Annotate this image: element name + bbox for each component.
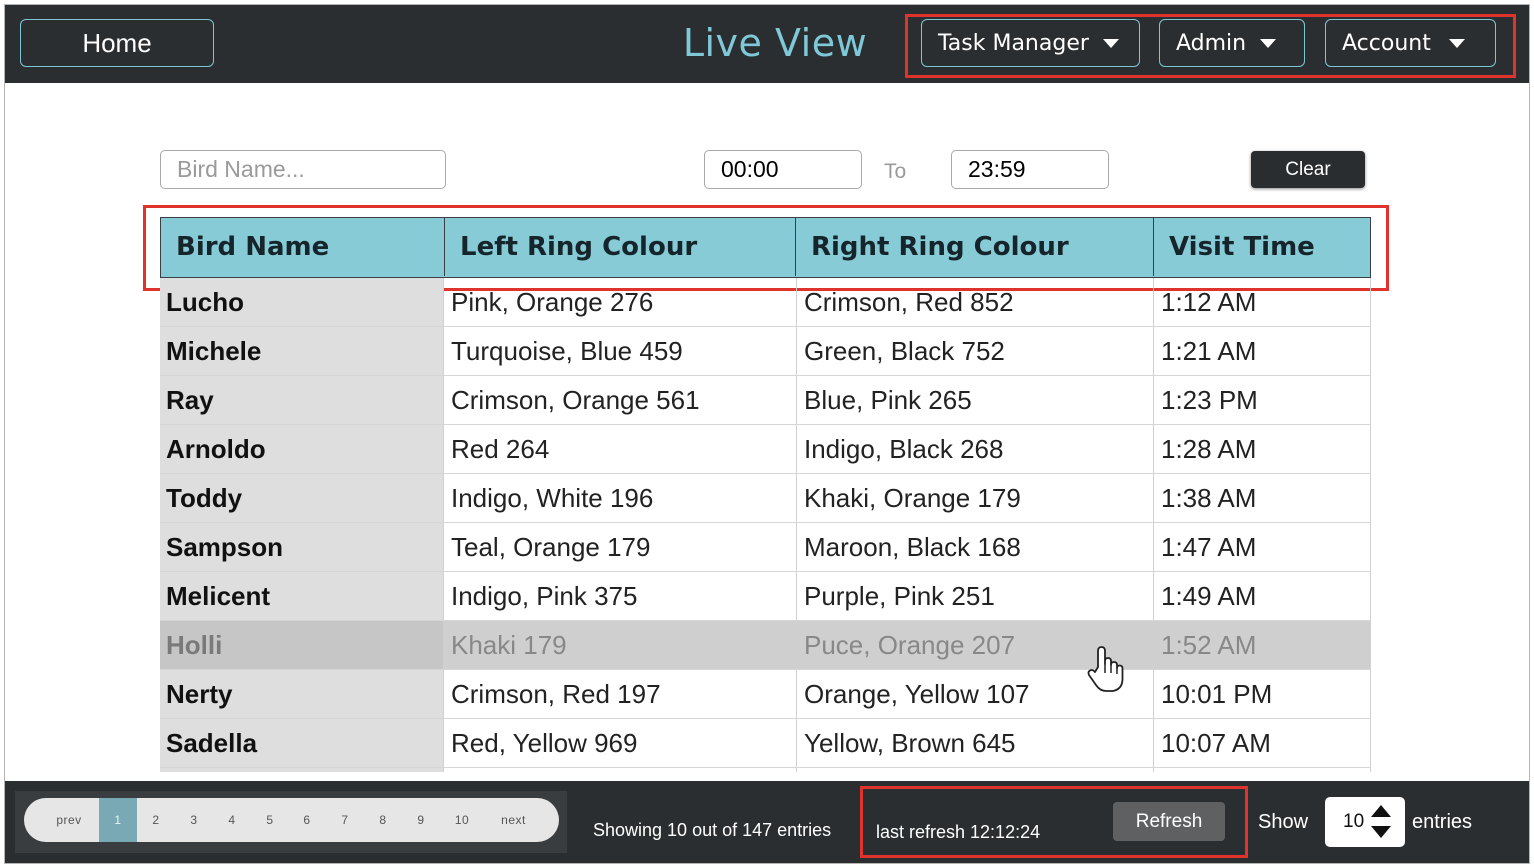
- top-bar: Home Live View Task Manager Admin Accoun…: [5, 5, 1529, 83]
- table-row[interactable]: Lucho Pink, Orange 276 Crimson, Red 852 1:1…: [160, 278, 1371, 327]
- page-title: Live View: [682, 21, 868, 65]
- bird-name-search-input[interactable]: Bird Name...: [160, 150, 446, 189]
- pagination-page[interactable]: 4: [213, 798, 251, 842]
- arrow-down-icon[interactable]: [1371, 826, 1391, 838]
- cell-right: Indigo, Black 268: [797, 425, 1154, 473]
- pagination: prev 1 2 3 4 5 6 7 8 9 10 next: [24, 798, 559, 842]
- cell-time: 1:47 AM: [1154, 523, 1371, 571]
- cell-name: Sampson: [160, 523, 444, 571]
- cell-name: Ray: [160, 376, 444, 424]
- account-menu[interactable]: Account: [1325, 19, 1496, 67]
- showing-entries-text: Showing 10 out of 147 entries: [593, 820, 832, 840]
- show-label: Show: [1258, 811, 1309, 833]
- cell-time: 1:12 AM: [1154, 278, 1371, 326]
- cell-left: Red, Yellow 969: [444, 719, 797, 767]
- table-row-partial: [160, 768, 1371, 772]
- cell-right: Crimson, Red 852: [797, 278, 1154, 326]
- hand-pointer-icon: [1087, 646, 1124, 692]
- pagination-page[interactable]: 6: [288, 798, 326, 842]
- cell-name: Arnoldo: [160, 425, 444, 473]
- cell-right: Maroon, Black 168: [797, 523, 1154, 571]
- cell-name: Melicent: [160, 572, 444, 620]
- cell-left: Indigo, White 196: [444, 474, 797, 522]
- pagination-page[interactable]: 10: [439, 798, 485, 842]
- table-row[interactable]: Melicent Indigo, Pink 375 Purple, Pink 251…: [160, 572, 1371, 621]
- pagination-page[interactable]: 7: [326, 798, 364, 842]
- chevron-down-icon: [1448, 38, 1465, 48]
- admin-label: Admin: [1176, 30, 1247, 56]
- table-row[interactable]: Nerty Crimson, Red 197 Orange, Yellow 107 1…: [160, 670, 1371, 719]
- cell-left: Crimson, Orange 561: [444, 376, 797, 424]
- cell-left: Crimson, Red 197: [444, 670, 797, 718]
- pagination-page[interactable]: 1: [99, 798, 137, 842]
- cell-left: Pink, Orange 276: [444, 278, 797, 326]
- cell-time: 1:23 PM: [1154, 376, 1371, 424]
- cell-left: Red 264: [444, 425, 797, 473]
- cell-right: Khaki, Orange 179: [797, 474, 1154, 522]
- cell-right: Yellow, Brown 645: [797, 719, 1154, 767]
- cell-left: [444, 768, 797, 772]
- chevron-down-icon: [1260, 38, 1277, 48]
- task-manager-label: Task Manager: [938, 30, 1089, 56]
- cell-name: Michele: [160, 327, 444, 375]
- table-row[interactable]: Arnoldo Red 264 Indigo, Black 268 1:28 AM: [160, 425, 1371, 474]
- time-from-input[interactable]: 00:00: [704, 150, 862, 189]
- table-header: Bird Name Left Ring Colour Right Ring Co…: [160, 217, 1371, 278]
- cell-left: Teal, Orange 179: [444, 523, 797, 571]
- cell-name: Holli: [160, 621, 444, 669]
- cell-time: 10:01 PM: [1154, 670, 1371, 718]
- cell-name: [160, 768, 444, 772]
- cell-left: Indigo, Pink 375: [444, 572, 797, 620]
- column-header-visit-time[interactable]: Visit Time: [1154, 218, 1369, 276]
- column-header-bird-name[interactable]: Bird Name: [161, 218, 445, 276]
- cell-left: Turquoise, Blue 459: [444, 327, 797, 375]
- pagination-page[interactable]: 3: [175, 798, 213, 842]
- column-header-right-ring[interactable]: Right Ring Colour: [796, 218, 1154, 276]
- table-row[interactable]: Sadella Red, Yellow 969 Yellow, Brown 645 1…: [160, 719, 1371, 768]
- cell-right: [797, 768, 1154, 772]
- home-button[interactable]: Home: [20, 19, 214, 67]
- cell-time: 1:28 AM: [1154, 425, 1371, 473]
- cell-time: 1:49 AM: [1154, 572, 1371, 620]
- cell-right: Green, Black 752: [797, 327, 1154, 375]
- table-row[interactable]: Ray Crimson, Orange 561 Blue, Pink 265 1:23…: [160, 376, 1371, 425]
- pagination-page[interactable]: 5: [251, 798, 289, 842]
- table-row[interactable]: Michele Turquoise, Blue 459 Green, Black 7…: [160, 327, 1371, 376]
- cell-time: 1:21 AM: [1154, 327, 1371, 375]
- account-label: Account: [1342, 30, 1431, 56]
- entries-per-page-stepper[interactable]: 10: [1325, 797, 1405, 847]
- table-row[interactable]: Holli Khaki 179 Puce, Orange 207 1:52 AM: [160, 621, 1371, 670]
- chevron-down-icon: [1102, 38, 1119, 48]
- admin-menu[interactable]: Admin: [1159, 19, 1305, 67]
- cell-name: Lucho: [160, 278, 444, 326]
- table-row[interactable]: Toddy Indigo, White 196 Khaki, Orange 179 1…: [160, 474, 1371, 523]
- cell-name: Toddy: [160, 474, 444, 522]
- table-row[interactable]: Sampson Teal, Orange 179 Maroon, Black 168…: [160, 523, 1371, 572]
- task-manager-menu[interactable]: Task Manager: [921, 19, 1140, 67]
- cell-right: Blue, Pink 265: [797, 376, 1154, 424]
- cell-left: Khaki 179: [444, 621, 797, 669]
- refresh-button[interactable]: Refresh: [1113, 802, 1225, 841]
- last-refresh-text: last refresh 12:12:24: [876, 822, 1041, 842]
- pagination-page[interactable]: 9: [402, 798, 440, 842]
- cell-name: Nerty: [160, 670, 444, 718]
- cell-time: [1154, 768, 1371, 772]
- entries-per-page-value: 10: [1343, 811, 1365, 832]
- cell-time: 1:52 AM: [1154, 621, 1371, 669]
- to-label: To: [884, 160, 907, 183]
- pagination-prev[interactable]: prev: [48, 798, 90, 842]
- cell-right: Purple, Pink 251: [797, 572, 1154, 620]
- pagination-page[interactable]: 2: [137, 798, 175, 842]
- cell-time: 10:07 AM: [1154, 719, 1371, 767]
- cell-name: Sadella: [160, 719, 444, 767]
- column-header-left-ring[interactable]: Left Ring Colour: [445, 218, 796, 276]
- pagination-next[interactable]: next: [486, 798, 541, 842]
- clear-button[interactable]: Clear: [1251, 151, 1365, 188]
- arrow-up-icon[interactable]: [1371, 805, 1391, 817]
- table-body: Lucho Pink, Orange 276 Crimson, Red 852 1:1…: [160, 278, 1371, 772]
- entries-label: entries: [1412, 811, 1473, 833]
- cell-time: 1:38 AM: [1154, 474, 1371, 522]
- pagination-page[interactable]: 8: [364, 798, 402, 842]
- time-to-input[interactable]: 23:59: [951, 150, 1109, 189]
